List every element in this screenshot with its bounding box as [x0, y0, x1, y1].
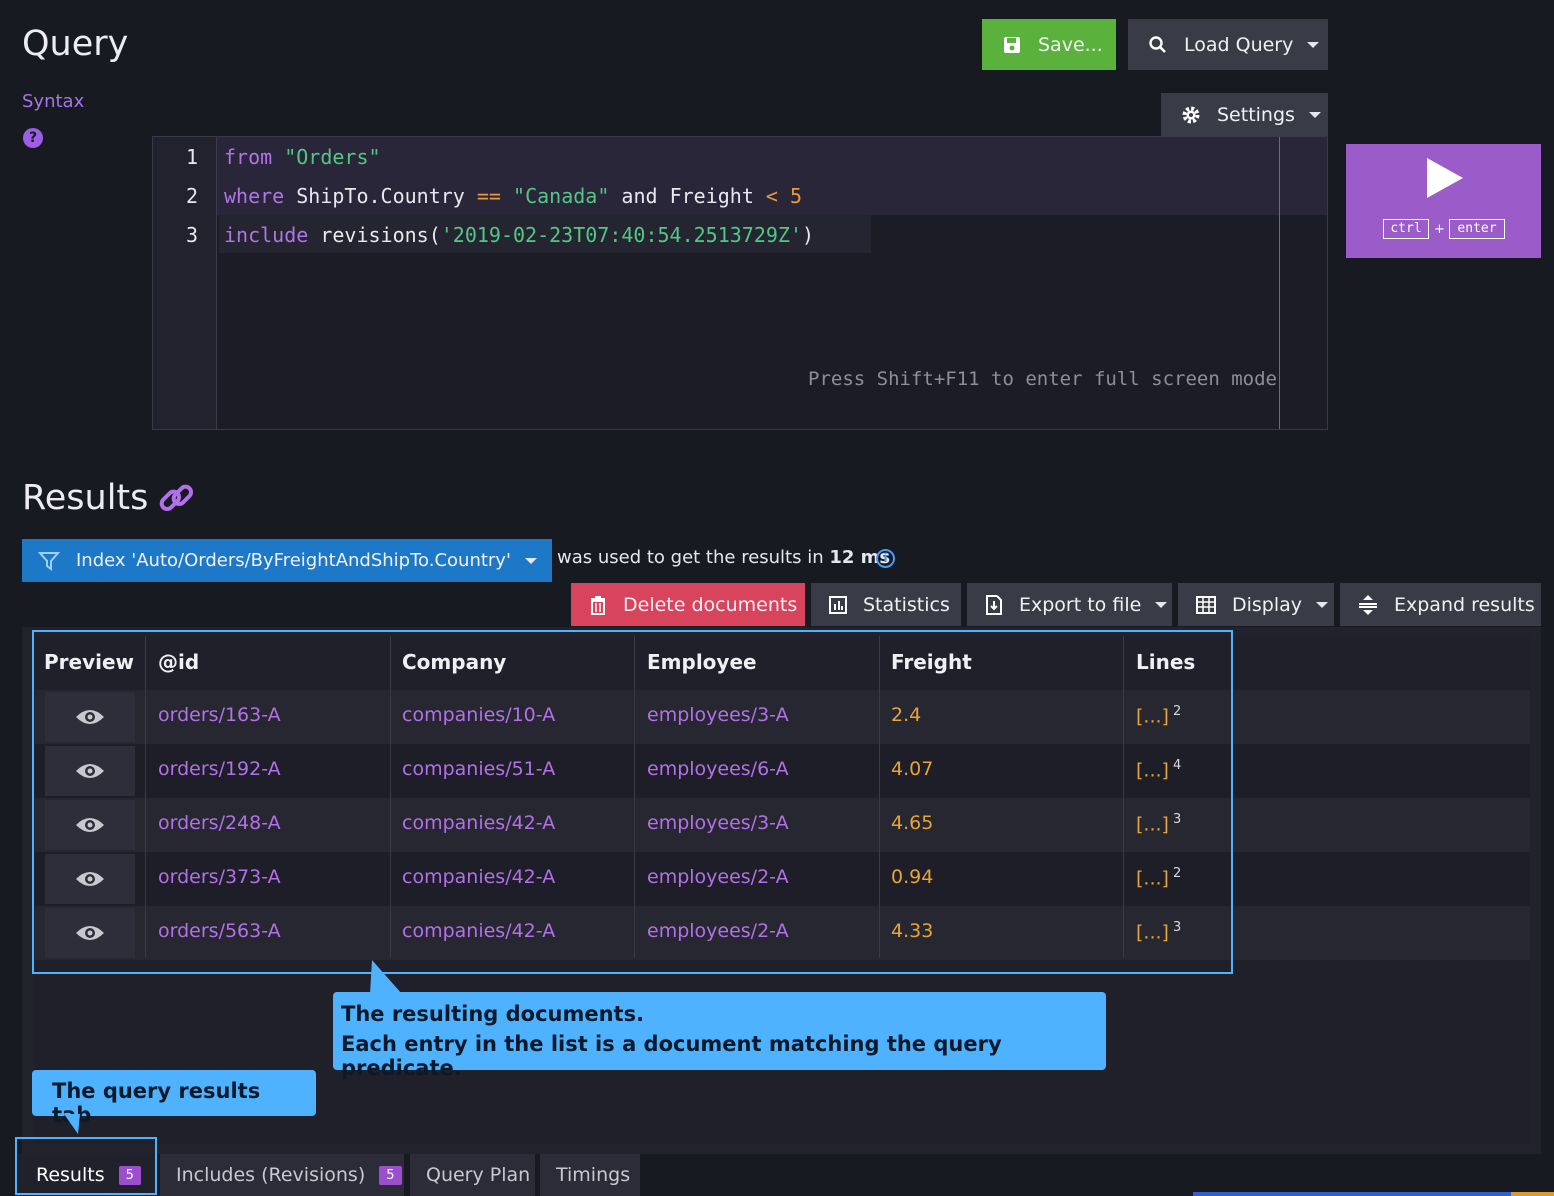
- code-line-2: where ShipTo.Country == "Canada" and Fre…: [224, 184, 803, 208]
- callout-pointer: [370, 960, 402, 994]
- tab-includes-label: Includes (Revisions): [176, 1164, 366, 1186]
- print-margin: [1279, 137, 1280, 429]
- plus-sign: +: [1434, 222, 1445, 237]
- chevron-down-icon: [1155, 601, 1168, 608]
- index-timing-note: was used to get the results in 12 ms: [557, 547, 891, 568]
- settings-button[interactable]: Settings: [1161, 93, 1328, 137]
- results-title: Results: [22, 478, 149, 518]
- callout-line-1: The resulting documents.: [341, 1002, 645, 1026]
- line-number: 3: [185, 223, 198, 247]
- delete-documents-button[interactable]: Delete documents: [571, 583, 805, 626]
- floppy-icon: [1002, 35, 1022, 55]
- grid-icon: [1196, 595, 1216, 614]
- chevron-down-icon: [524, 557, 537, 564]
- tab-timings[interactable]: Timings: [540, 1154, 640, 1196]
- syntax-link[interactable]: Syntax: [22, 91, 84, 112]
- callout-line-2: Each entry in the list is a document mat…: [341, 1032, 1002, 1080]
- expand-icon: [1358, 594, 1378, 616]
- line-gutter: 1 2 3: [153, 137, 217, 429]
- line-number: 1: [185, 145, 198, 169]
- info-icon[interactable]: i: [876, 549, 895, 568]
- includes-count-badge: 5: [379, 1165, 402, 1185]
- export-label: Export to file: [1019, 593, 1142, 616]
- status-strip: [1511, 1192, 1554, 1196]
- display-label: Display: [1232, 593, 1303, 616]
- tab-includes-revisions[interactable]: Includes (Revisions) 5: [160, 1154, 404, 1196]
- page-title: Query: [22, 24, 129, 64]
- query-editor[interactable]: 1 2 3 from "Orders" where ShipTo.Country…: [152, 136, 1328, 430]
- save-button[interactable]: Save...: [982, 19, 1116, 70]
- load-query-label: Load Query: [1184, 33, 1294, 56]
- play-icon: [1427, 158, 1463, 198]
- trash-icon: [589, 595, 607, 615]
- load-query-button[interactable]: Load Query: [1128, 19, 1328, 70]
- tab-timings-label: Timings: [556, 1164, 631, 1186]
- results-highlight-box: [32, 630, 1233, 974]
- display-button[interactable]: Display: [1178, 583, 1334, 626]
- run-query-button[interactable]: ctrl + enter: [1346, 144, 1541, 258]
- statistics-button[interactable]: Statistics: [811, 583, 961, 626]
- results-tab-callout: The query results tab: [32, 1070, 316, 1127]
- save-button-label: Save...: [1038, 33, 1103, 56]
- settings-label: Settings: [1217, 104, 1295, 126]
- callout-pointer: [64, 1114, 80, 1134]
- documents-callout: The resulting documents. Each entry in t…: [333, 992, 1106, 1080]
- results-tab-highlight-box: [15, 1137, 157, 1195]
- enter-key: enter: [1449, 219, 1505, 239]
- expand-results-button[interactable]: Expand results: [1340, 583, 1541, 626]
- line-number: 2: [185, 184, 198, 208]
- delete-documents-label: Delete documents: [623, 593, 798, 616]
- chevron-down-icon: [1308, 112, 1321, 118]
- index-button[interactable]: Index 'Auto/Orders/ByFreightAndShipTo.Co…: [22, 539, 552, 582]
- help-icon[interactable]: ?: [23, 128, 43, 148]
- status-strip: [1193, 1192, 1511, 1196]
- link-icon[interactable]: [156, 478, 196, 522]
- fullscreen-hint: Press Shift+F11 to enter full screen mod…: [808, 368, 1277, 390]
- ctrl-key: ctrl: [1383, 219, 1429, 239]
- tab-query-plan[interactable]: Query Plan: [410, 1154, 535, 1196]
- statistics-label: Statistics: [863, 593, 950, 616]
- index-icon: [38, 551, 60, 571]
- expand-results-label: Expand results: [1394, 593, 1535, 616]
- chevron-down-icon: [1307, 41, 1320, 48]
- bar-chart-icon: [829, 595, 847, 614]
- code-line-1: from "Orders": [224, 145, 381, 169]
- tab-query-plan-label: Query Plan: [426, 1164, 531, 1186]
- export-file-icon: [985, 594, 1003, 615]
- search-icon: [1148, 35, 1168, 55]
- code-line-3: include revisions('2019-02-23T07:40:54.2…: [224, 223, 815, 247]
- index-label: Index 'Auto/Orders/ByFreightAndShipTo.Co…: [76, 550, 511, 571]
- chevron-down-icon: [1316, 601, 1329, 608]
- gear-icon: [1181, 105, 1201, 125]
- export-button[interactable]: Export to file: [967, 583, 1172, 626]
